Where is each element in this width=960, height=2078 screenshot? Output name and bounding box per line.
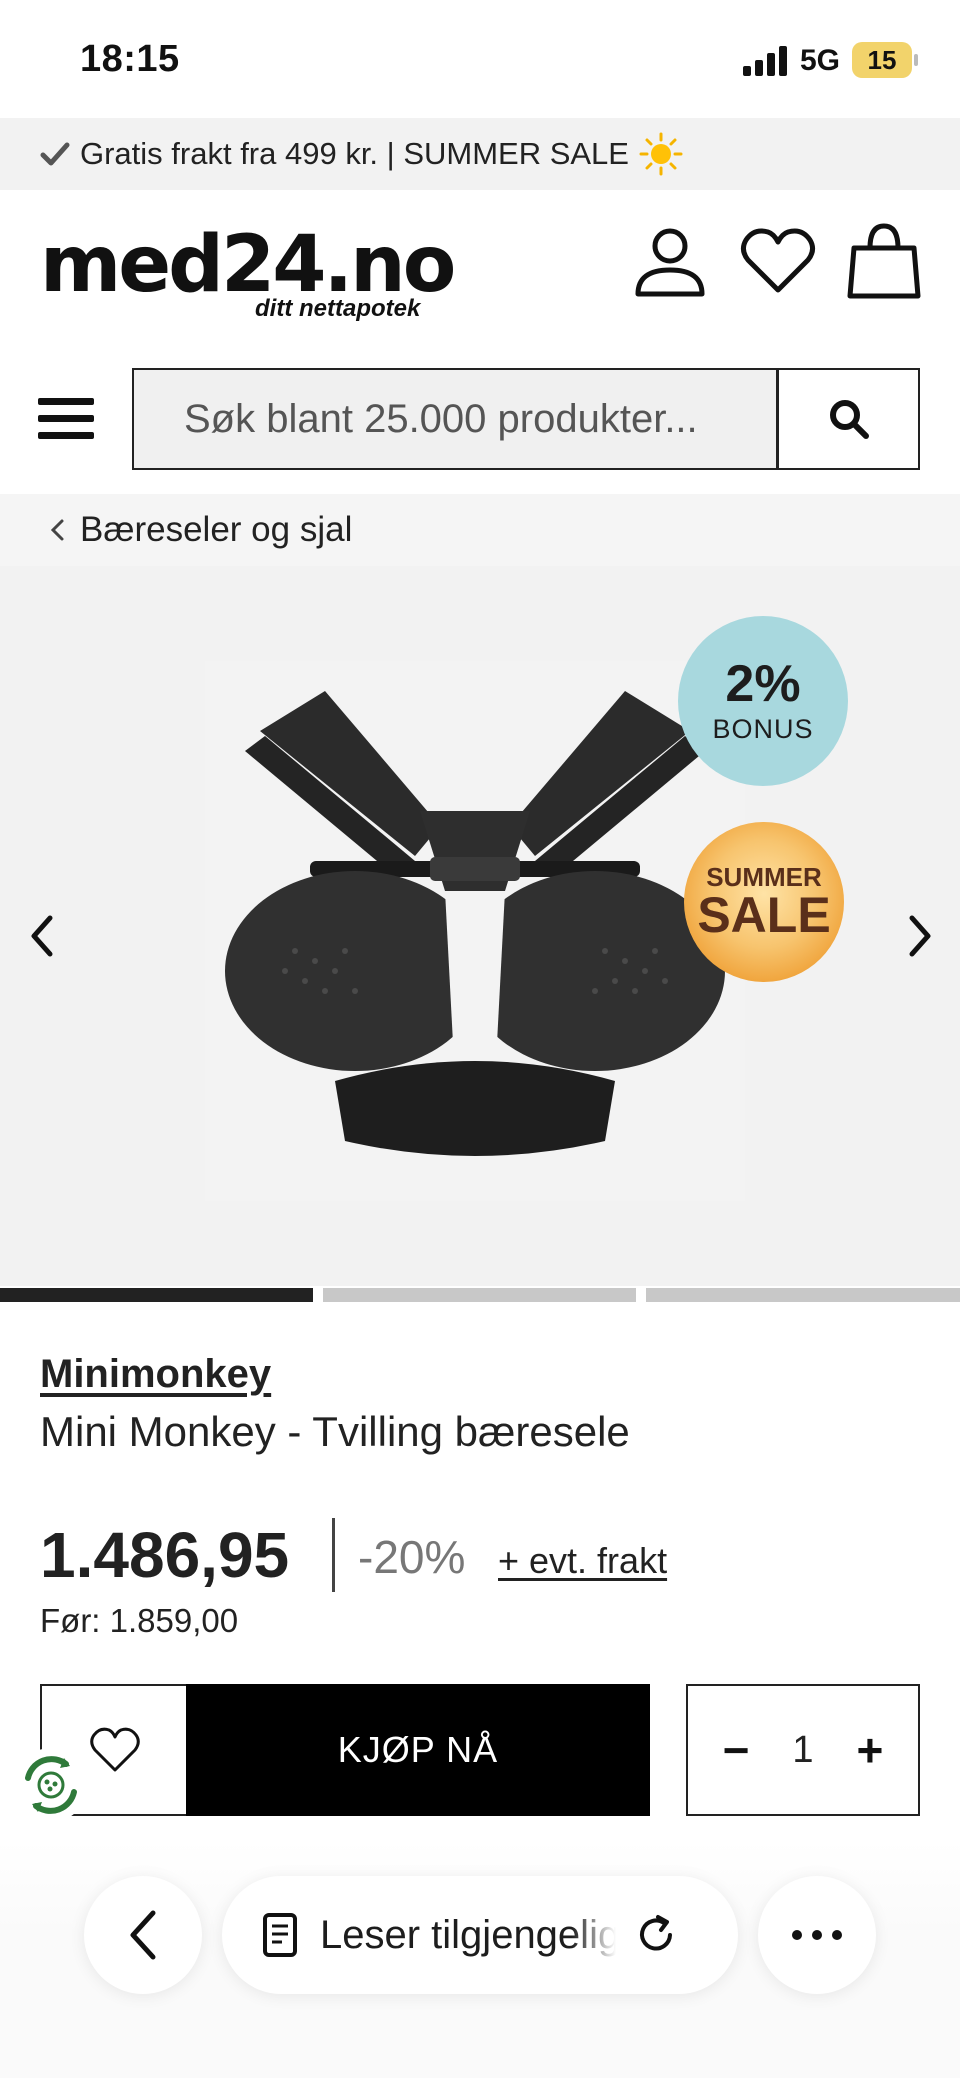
quantity-value[interactable]: 1 [792, 1729, 813, 1772]
signal-icon [743, 46, 787, 76]
chevron-left-icon [50, 519, 64, 541]
promo-text: Gratis frakt fra 499 kr. | SUMMER SALE [80, 136, 629, 171]
wishlist-heart-icon[interactable] [738, 220, 818, 300]
gallery-next-arrow-icon[interactable] [900, 906, 940, 966]
product-gallery[interactable]: 2% BONUS SUMMER SALE [0, 566, 960, 1286]
sale-badge-bottom: SALE [697, 887, 831, 943]
discount-label: -20% [358, 1531, 466, 1583]
slide-indicator[interactable] [646, 1288, 960, 1302]
site-logo[interactable]: med24.no ditt nettapotek [40, 190, 456, 330]
reader-page-icon [263, 1913, 297, 1957]
battery-icon: 15 [852, 42, 918, 78]
reader-label: Leser tilgjengelig [320, 1912, 616, 1957]
logo-tagline: ditt nettapotek [255, 295, 421, 322]
slide-indicator-active[interactable] [0, 1288, 313, 1302]
bonus-label: BONUS [712, 713, 814, 744]
site-header: med24.no ditt nettapotek [0, 190, 960, 350]
more-dots-icon [792, 1930, 842, 1940]
network-label: 5G [800, 44, 841, 77]
check-icon [40, 142, 70, 166]
brand-link[interactable]: Minimonkey [40, 1352, 271, 1397]
before-price: Før: 1.859,00 [40, 1602, 239, 1639]
back-arrow-icon [130, 1910, 156, 1960]
summer-sale-badge: SUMMER SALE [684, 822, 844, 982]
slide-indicators [0, 1288, 960, 1302]
hamburger-menu-icon[interactable] [38, 398, 94, 446]
browser-toolbar: Leser tilgjengelig [0, 1840, 960, 2078]
status-bar: 18:15 5G 15 [0, 0, 960, 118]
quantity-decrease-button[interactable]: − [716, 1723, 756, 1777]
product-title: Mini Monkey - Tvilling bæresele [40, 1408, 630, 1455]
buy-now-button[interactable]: KJØP NÅ [186, 1684, 650, 1816]
browser-more-button[interactable] [758, 1876, 876, 1994]
product-image [205, 661, 745, 1201]
reload-icon[interactable] [634, 1913, 678, 1957]
search-button[interactable] [777, 368, 920, 470]
quantity-stepper: − 1 + [686, 1684, 920, 1816]
gallery-prev-arrow-icon[interactable] [22, 906, 62, 966]
search-row [0, 368, 960, 472]
search-icon [829, 400, 869, 439]
eco-recycle-icon[interactable] [14, 1748, 88, 1822]
bonus-badge: 2% BONUS [678, 616, 848, 786]
sun-icon [639, 132, 683, 176]
search-box [132, 368, 778, 470]
promo-banner: Gratis frakt fra 499 kr. | SUMMER SALE [0, 118, 960, 190]
quantity-increase-button[interactable]: + [850, 1723, 890, 1777]
browser-back-button[interactable] [84, 1876, 202, 1994]
cart-bag-icon[interactable] [844, 220, 924, 300]
status-time: 18:15 [80, 38, 180, 80]
breadcrumb[interactable]: Bæreseler og sjal [0, 494, 960, 566]
reader-mode-pill[interactable]: Leser tilgjengelig [222, 1876, 738, 1994]
product-price: 1.486,95 [40, 1519, 290, 1591]
account-icon[interactable] [630, 220, 710, 300]
bonus-percent: 2% [725, 654, 801, 713]
search-input[interactable] [184, 396, 744, 442]
breadcrumb-label: Bæreseler og sjal [80, 510, 353, 549]
shipping-link[interactable]: + evt. frakt [498, 1540, 667, 1582]
slide-indicator[interactable] [323, 1288, 636, 1302]
price-divider [332, 1518, 335, 1592]
heart-icon [89, 1727, 140, 1772]
